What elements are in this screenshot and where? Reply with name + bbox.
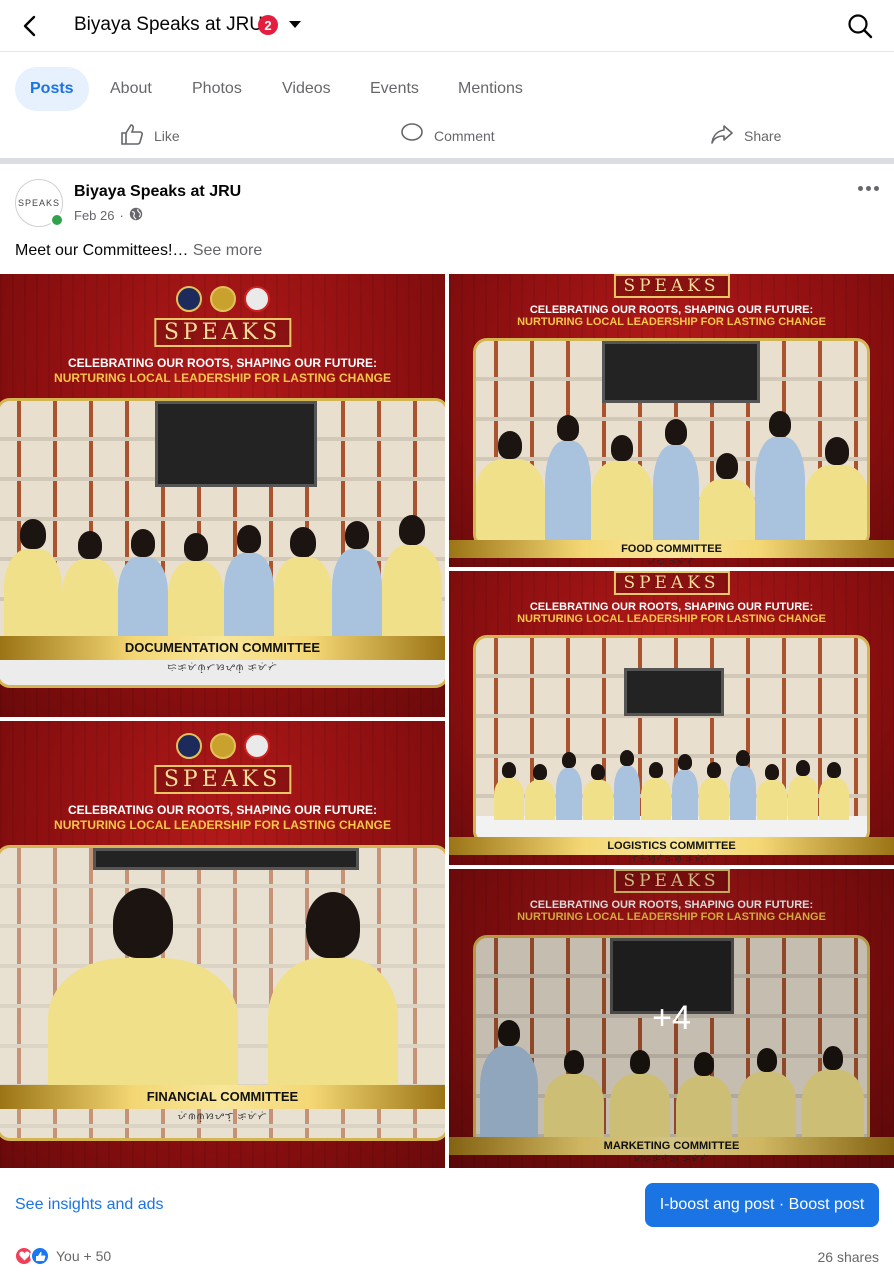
photo-caption-script: ᜎᜓᜑᜒᜐ᜔ᜆᜒᜃ᜔ᜐ᜔ ᜃᜓᜋᜒᜆᜒ: [630, 854, 713, 863]
photo-caption-script: ᜉᜒᜈᜈ᜔ᜐᜌᜎ᜔ ᜃᜓᜋᜒᜆᜒ: [177, 1111, 268, 1121]
photo-caption-script: ᜇᜓᜃᜓᜋᜒᜈ᜔ᜆᜐᜌᜓᜈ᜔ ᜃᜓᜋᜒᜆᜒ: [167, 662, 278, 672]
shares-count[interactable]: 26 shares: [818, 1249, 879, 1265]
photo-caption: DOCUMENTATION COMMITTEE: [0, 636, 445, 660]
post-footer: See insights and ads I-boost ang post · …: [0, 1168, 894, 1280]
post-date[interactable]: Feb 26: [74, 208, 114, 223]
photo-logistics-committee[interactable]: SPEAKS CELEBRATING OUR ROOTS, SHAPING OU…: [449, 571, 894, 865]
share-label: Share: [744, 127, 782, 144]
speaks-logo: SPEAKS: [153, 765, 292, 794]
page-tabs: Posts About Photos Videos Events Mention…: [0, 53, 894, 127]
reaction-count: You + 50: [56, 1248, 112, 1264]
globe-icon: [129, 207, 143, 224]
post-body: Meet our Committees!…: [15, 242, 189, 259]
share-button[interactable]: Share: [710, 123, 781, 148]
boost-post-button[interactable]: I-boost ang post · Boost post: [645, 1183, 879, 1227]
notification-badge: 2: [258, 15, 278, 35]
photo-financial-committee[interactable]: SPEAKS CELEBRATING OUR ROOTS, SHAPING OU…: [0, 721, 445, 1168]
caret-down-icon[interactable]: [286, 16, 304, 34]
like-button[interactable]: Like: [120, 123, 180, 148]
tab-events[interactable]: Events: [370, 67, 419, 111]
top-bar: Biyaya Speaks at JRU 2: [0, 0, 894, 52]
partner-logos: [0, 733, 445, 759]
photo-documentation-committee[interactable]: SPEAKS CELEBRATING OUR ROOTS, SHAPING OU…: [0, 274, 445, 717]
comment-label: Comment: [434, 127, 495, 144]
avatar-logo-text: SPEAKS: [17, 198, 61, 208]
tab-videos[interactable]: Videos: [282, 67, 331, 111]
more-photos-count: +4: [652, 999, 691, 1037]
photo-headline-1: CELEBRATING OUR ROOTS, SHAPING OUR FUTUR…: [67, 803, 378, 817]
post-author[interactable]: Biyaya Speaks at JRU: [74, 183, 241, 201]
speaks-logo: SPEAKS: [613, 571, 730, 595]
thumbs-up-icon: [120, 123, 144, 148]
post-meta: Feb 26 ·: [74, 207, 143, 224]
search-icon[interactable]: [844, 10, 876, 42]
comment-button[interactable]: Comment: [400, 123, 495, 148]
see-insights-link[interactable]: See insights and ads: [15, 1196, 164, 1214]
photo-caption-script: ᜉᜓᜇ᜔ ᜃᜓᜋᜒᜆᜒ: [646, 557, 697, 566]
share-icon: [710, 123, 734, 148]
photo-headline-1: CELEBRATING OUR ROOTS, SHAPING OUR FUTUR…: [529, 601, 814, 613]
photo-headline-2: NURTURING LOCAL LEADERSHIP FOR LASTING C…: [54, 371, 391, 385]
post-text: Meet our Committees!… See more: [15, 242, 262, 260]
photo-headline-1: CELEBRATING OUR ROOTS, SHAPING OUR FUTUR…: [529, 304, 814, 316]
speaks-logo: SPEAKS: [613, 274, 730, 298]
photo-headline-1: CELEBRATING OUR ROOTS, SHAPING OUR FUTUR…: [67, 356, 378, 370]
see-more-link[interactable]: See more: [193, 242, 262, 259]
photo-headline-2: NURTURING LOCAL LEADERSHIP FOR LASTING C…: [517, 613, 826, 625]
like-label: Like: [154, 127, 180, 144]
tab-mentions[interactable]: Mentions: [458, 67, 523, 111]
tab-posts[interactable]: Posts: [15, 67, 89, 111]
previous-post-actions: Like Comment Share: [0, 120, 894, 158]
photo-headline-2: NURTURING LOCAL LEADERSHIP FOR LASTING C…: [54, 818, 391, 832]
like-reaction-icon: [30, 1246, 50, 1266]
photo-caption: FINANCIAL COMMITTEE: [0, 1085, 445, 1109]
partner-logos: [0, 286, 445, 312]
group-photo-scene: [473, 338, 870, 548]
back-arrow-icon[interactable]: [14, 10, 46, 42]
photo-food-committee[interactable]: SPEAKS CELEBRATING OUR ROOTS, SHAPING OU…: [449, 274, 894, 567]
photo-marketing-committee[interactable]: SPEAKS CELEBRATING OUR ROOTS, SHAPING OU…: [449, 869, 894, 1168]
tab-about[interactable]: About: [110, 67, 152, 111]
tab-photos[interactable]: Photos: [192, 67, 242, 111]
post-divider: [0, 158, 894, 164]
online-status-dot: [50, 213, 64, 227]
reaction-summary[interactable]: You + 50: [14, 1246, 111, 1266]
more-options-icon[interactable]: [854, 176, 882, 200]
speaks-logo: SPEAKS: [153, 318, 292, 347]
more-photos-overlay[interactable]: +4: [449, 869, 894, 1168]
comment-icon: [400, 123, 424, 148]
photo-headline-2: NURTURING LOCAL LEADERSHIP FOR LASTING C…: [517, 316, 826, 328]
page-title[interactable]: Biyaya Speaks at JRU: [74, 14, 263, 36]
group-photo-scene: [473, 635, 870, 845]
